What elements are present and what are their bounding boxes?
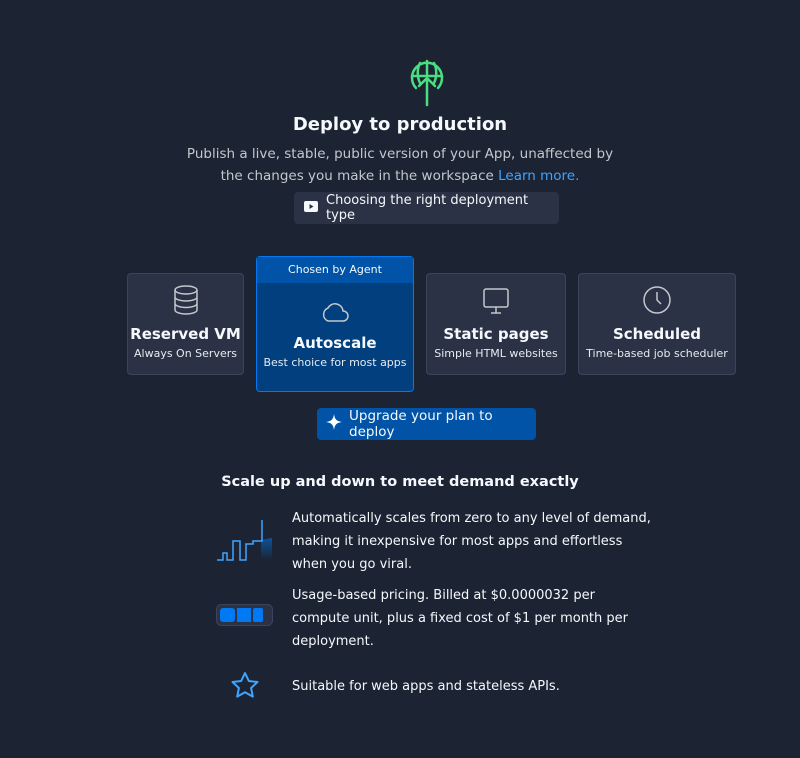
card-desc: Simple HTML websites [434,347,558,360]
deployment-type-static-pages[interactable]: Static pages Simple HTML websites [426,273,566,375]
subtitle-line2: the changes you make in the workspace Le… [0,168,800,184]
feature-text: Usage-based pricing. Billed at $0.000003… [292,588,628,649]
feature-text: Suitable for web apps and stateless APIs… [292,679,560,694]
learn-more-link[interactable]: Learn more. [498,168,579,184]
subtitle-text: the changes you make in the workspace [220,168,494,184]
page-title: Deploy to production [292,114,508,135]
star-icon [230,671,260,703]
sparkle-icon [326,414,342,434]
deployment-guide-button[interactable]: Choosing the right deployment type [294,192,559,224]
deployment-type-autoscale[interactable]: Chosen by Agent Autoscale Best choice fo… [256,256,414,392]
guide-label: Choosing the right deployment type [326,193,529,223]
upgrade-label: Upgrade your plan to deploy [349,408,493,440]
database-icon [173,285,199,319]
deployment-type-scheduled[interactable]: Scheduled Time-based job scheduler [578,273,736,375]
globe-upload-icon [408,58,446,112]
monitor-icon [482,287,510,319]
cloud-icon [320,300,350,328]
card-name: Static pages [443,325,549,343]
card-name: Autoscale [293,334,377,352]
card-name: Scheduled [612,325,701,343]
scaling-graph-icon [216,518,274,566]
card-desc: Time-based job scheduler [586,347,728,360]
card-desc: Best choice for most apps [263,356,407,369]
upgrade-plan-button[interactable]: Upgrade your plan to deploy [317,408,536,440]
feature-text: Automatically scales from zero to any le… [292,511,651,572]
youtube-icon [304,200,318,216]
subtitle: Publish a live, stable, public version o… [186,146,614,162]
card-desc: Always On Servers [134,347,237,360]
chosen-by-agent-badge: Chosen by Agent [257,257,413,283]
section-title: Scale up and down to meet demand exactly [221,474,579,490]
deployment-type-reserved-vm[interactable]: Reserved VM Always On Servers [127,273,244,375]
card-name: Reserved VM [130,325,241,343]
clock-icon [642,285,672,319]
battery-icon [216,604,274,630]
